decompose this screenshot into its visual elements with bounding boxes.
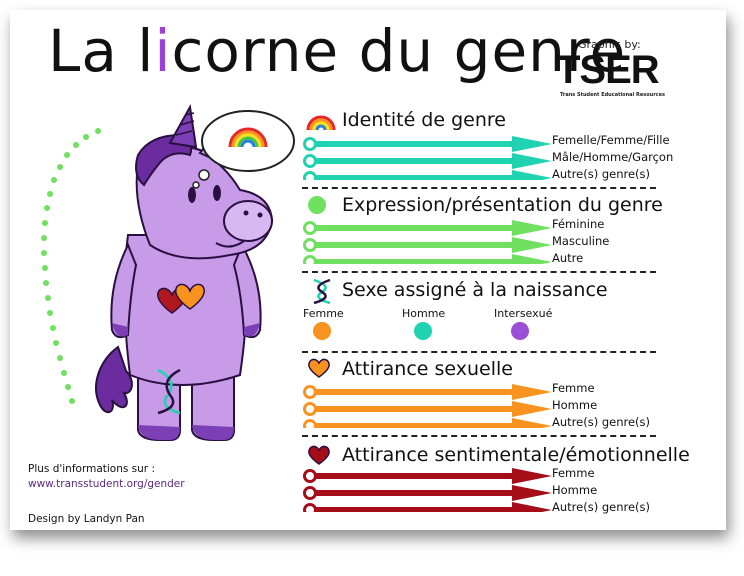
more-info-label: Plus d'informations sur : <box>28 463 155 475</box>
arrow-bar <box>303 136 552 152</box>
arrow-bar <box>303 170 552 180</box>
section-title-sexual: Attirance sexuelle <box>342 358 513 380</box>
sexual-bar-label-2: Homme <box>552 398 598 412</box>
expression-bar-label-3: Autre <box>552 251 584 265</box>
dotted-line <box>41 128 101 404</box>
romantic-bars <box>303 468 552 512</box>
slider-handle <box>303 137 317 151</box>
section-divider <box>302 271 656 273</box>
identity-bar-label-1: Femelle/Femme/Fille <box>552 133 670 147</box>
design-credit: Design by Landyn Pan <box>28 513 145 525</box>
section-title-sex: Sexe assigné à la naissance <box>342 279 608 301</box>
slider-handle <box>303 154 317 168</box>
red-heart-icon <box>308 445 330 465</box>
green-circle-icon <box>308 196 326 214</box>
arrow-bar <box>303 468 552 484</box>
arrow-bar <box>303 153 552 169</box>
expression-bar-label-1: Féminine <box>552 217 605 231</box>
dna-icon <box>313 278 331 304</box>
more-info-link[interactable]: www.transstudent.org/gender <box>28 478 185 490</box>
unicorn-illustration <box>41 103 295 441</box>
thought-bubble-icon <box>192 110 295 189</box>
expression-bar-label-2: Masculine <box>552 234 610 248</box>
slider-handle <box>303 402 317 416</box>
slider-handle <box>303 221 317 235</box>
arrow-bar <box>303 502 552 512</box>
sexual-bars <box>303 384 552 428</box>
arrow-bar <box>303 401 552 417</box>
rainbow-icon <box>306 115 336 131</box>
slider-handle <box>303 419 317 428</box>
arrow-bar <box>303 418 552 428</box>
slider-handle <box>303 469 317 483</box>
section-title-expression: Expression/présentation du genre <box>342 194 663 216</box>
sexual-bar-label-3: Autre(s) genre(s) <box>552 415 651 429</box>
sexual-bar-label-1: Femme <box>552 381 595 395</box>
tser-logo-subtitle: Trans Student Educational Resources <box>560 92 666 98</box>
arrow-bar <box>303 485 552 501</box>
sex-option-label-1: Femme <box>303 307 344 320</box>
arrow-bar <box>303 220 552 236</box>
romantic-bar-label-3: Autre(s) genre(s) <box>552 500 651 514</box>
sex-option-label-3: Intersexué <box>494 307 553 320</box>
section-divider <box>302 187 656 189</box>
section-divider <box>302 351 656 353</box>
page-title: La licorne du genre <box>48 17 627 85</box>
identity-bars <box>303 136 552 180</box>
sex-dots <box>313 322 529 340</box>
section-divider <box>302 435 656 437</box>
identity-bar-label-2: Mâle/Homme/Garçon <box>552 150 674 164</box>
arrow-bar <box>303 384 552 400</box>
sex-dot-female <box>313 322 331 340</box>
tser-logo: TSER <box>556 48 660 92</box>
orange-heart-icon <box>308 358 330 378</box>
section-title-identity: Identité de genre <box>342 109 506 131</box>
identity-bar-label-3: Autre(s) genre(s) <box>552 167 651 181</box>
romantic-bar-label-1: Femme <box>552 466 595 480</box>
slider-handle <box>303 255 317 264</box>
sex-option-label-2: Homme <box>402 307 446 320</box>
slider-handle <box>303 385 317 399</box>
arrow-bar <box>303 237 552 253</box>
sex-dot-intersex <box>511 322 529 340</box>
slider-handle <box>303 503 317 512</box>
romantic-bar-label-2: Homme <box>552 483 598 497</box>
slider-handle <box>303 171 317 180</box>
slider-handle <box>303 486 317 500</box>
sex-dot-male <box>414 322 432 340</box>
expression-bars <box>303 220 552 264</box>
slider-handle <box>303 238 317 252</box>
section-title-romantic: Attirance sentimentale/émotionnelle <box>342 444 690 466</box>
arrow-bar <box>303 254 552 264</box>
